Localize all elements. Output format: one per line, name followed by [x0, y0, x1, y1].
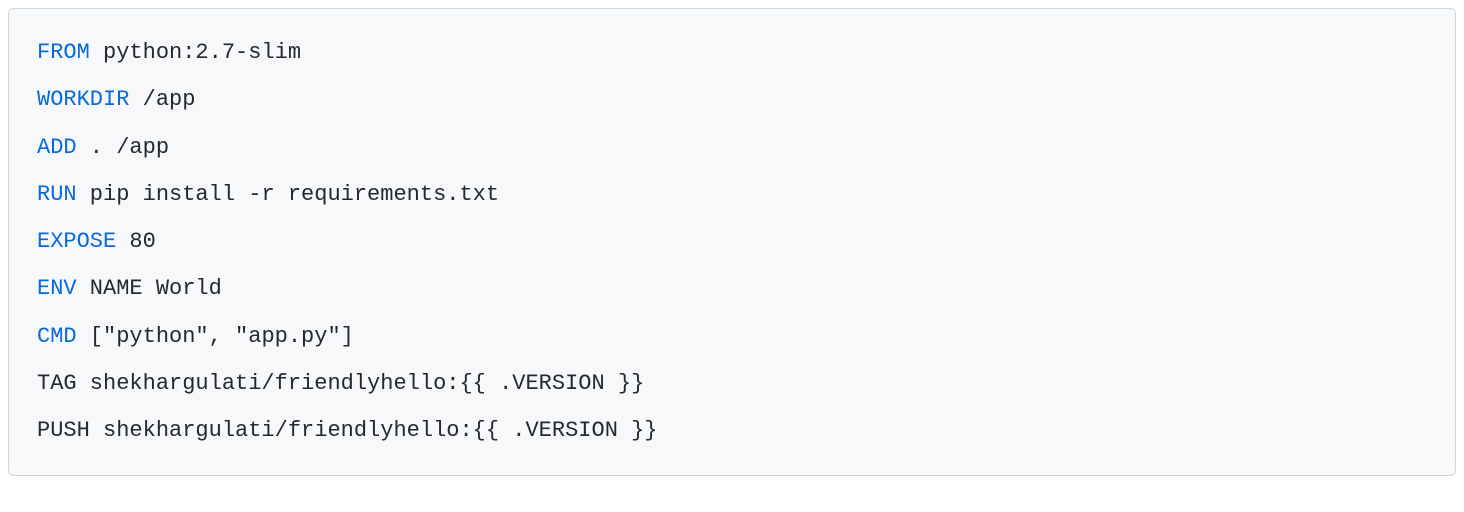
code-text: . /app	[77, 135, 169, 160]
dockerfile-keyword: ENV	[37, 276, 77, 301]
dockerfile-keyword: RUN	[37, 182, 77, 207]
code-text: NAME World	[77, 276, 222, 301]
code-text: python:2.7-slim	[90, 40, 301, 65]
code-line: PUSH shekhargulati/friendlyhello:{{ .VER…	[37, 418, 658, 443]
code-text: 80	[116, 229, 156, 254]
code-text: ["python", "app.py"]	[77, 324, 354, 349]
dockerfile-keyword: FROM	[37, 40, 90, 65]
code-text: pip install -r requirements.txt	[77, 182, 499, 207]
code-text: TAG shekhargulati/friendlyhello:{{ .VERS…	[37, 371, 644, 396]
code-line: CMD ["python", "app.py"]	[37, 324, 354, 349]
dockerfile-keyword: CMD	[37, 324, 77, 349]
dockerfile-keyword: WORKDIR	[37, 87, 129, 112]
code-line: ENV NAME World	[37, 276, 222, 301]
code-text: PUSH shekhargulati/friendlyhello:{{ .VER…	[37, 418, 658, 443]
code-text: /app	[129, 87, 195, 112]
code-line: WORKDIR /app	[37, 87, 195, 112]
code-line: TAG shekhargulati/friendlyhello:{{ .VERS…	[37, 371, 644, 396]
code-line: EXPOSE 80	[37, 229, 156, 254]
code-line: ADD . /app	[37, 135, 169, 160]
dockerfile-keyword: EXPOSE	[37, 229, 116, 254]
code-line: FROM python:2.7-slim	[37, 40, 301, 65]
code-line: RUN pip install -r requirements.txt	[37, 182, 499, 207]
dockerfile-keyword: ADD	[37, 135, 77, 160]
dockerfile-code-block: FROM python:2.7-slim WORKDIR /app ADD . …	[8, 8, 1456, 476]
